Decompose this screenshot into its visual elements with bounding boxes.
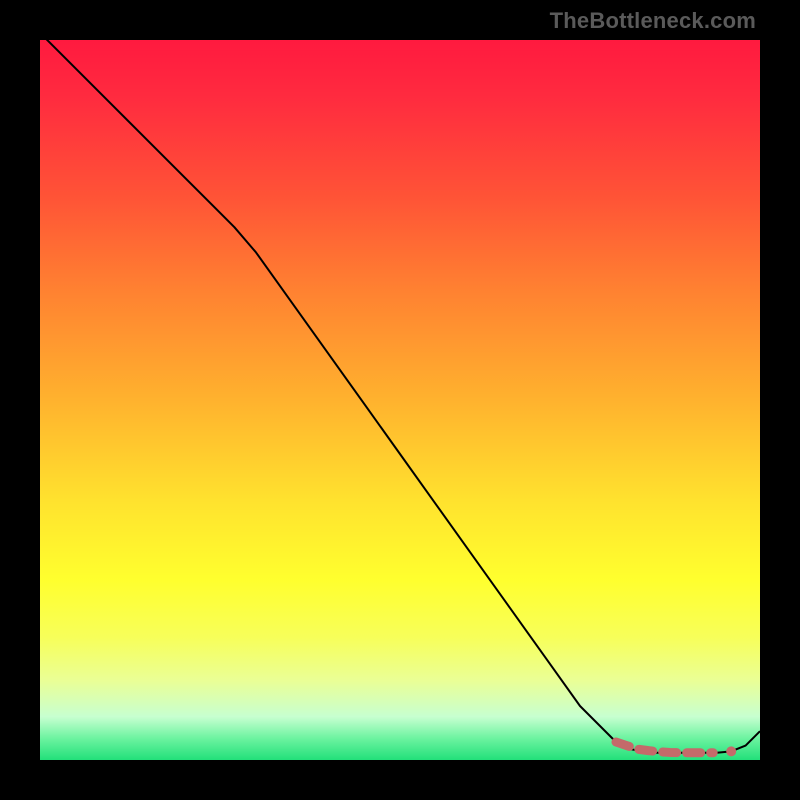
chart-svg <box>40 40 760 760</box>
bottleneck-curve <box>40 33 760 753</box>
optimal-range-marker <box>616 742 713 753</box>
optimal-point-marker <box>726 746 736 756</box>
watermark-text: TheBottleneck.com <box>550 8 756 34</box>
